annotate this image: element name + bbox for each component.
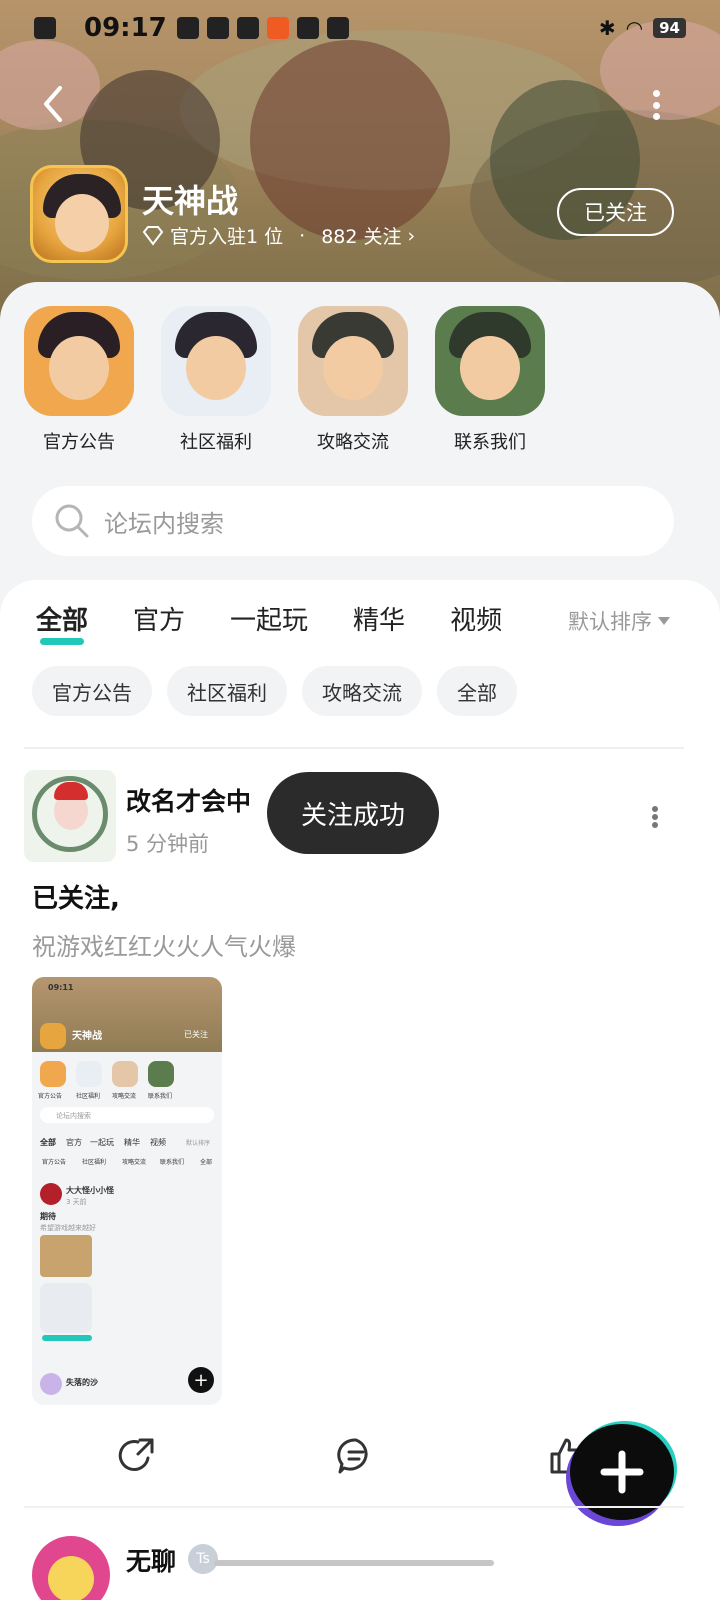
strategy-avatar bbox=[298, 306, 408, 416]
tab-all[interactable]: 全部 bbox=[36, 600, 88, 645]
video-icon bbox=[206, 17, 229, 39]
shortcut-list: 官方公告 社区福利 攻略交流 联系我们 bbox=[24, 306, 545, 454]
tab-play-together[interactable]: 一起玩 bbox=[230, 600, 308, 637]
more-options-button[interactable] bbox=[648, 90, 664, 120]
post-more-button[interactable] bbox=[650, 806, 660, 828]
more-dot-icon bbox=[652, 90, 660, 97]
diamond-icon bbox=[142, 225, 164, 246]
bluetooth-icon: ✱ bbox=[598, 16, 616, 40]
chip-official-announcements[interactable]: 官方公告 bbox=[32, 666, 152, 716]
announcement-avatar bbox=[24, 306, 134, 416]
post-author-name[interactable]: 改名才会中 bbox=[126, 782, 251, 818]
category-chips: 官方公告 社区福利 攻略交流 全部 bbox=[32, 666, 517, 716]
notification-icon bbox=[34, 17, 56, 39]
shortcut-community-benefits[interactable]: 社区福利 bbox=[161, 306, 271, 454]
share-icon bbox=[118, 1438, 154, 1471]
post-body[interactable]: 祝游戏红红火火人气火爆 bbox=[32, 927, 296, 962]
crown-icon bbox=[236, 17, 259, 39]
shortcut-contact-us[interactable]: 联系我们 bbox=[435, 306, 545, 454]
game-avatar bbox=[30, 165, 128, 263]
meta-separator: · bbox=[299, 224, 306, 247]
shortcut-strategy-exchange[interactable]: 攻略交流 bbox=[298, 306, 408, 454]
orange-app-icon bbox=[266, 17, 289, 39]
user-badge-icon: Ts bbox=[188, 1544, 218, 1574]
follower-count: 882 关注 bbox=[321, 226, 402, 248]
post-author-avatar[interactable] bbox=[24, 770, 116, 862]
chip-strategy-exchange[interactable]: 攻略交流 bbox=[302, 666, 422, 716]
post-timestamp: 5 分钟前 bbox=[126, 832, 210, 856]
search-icon bbox=[55, 504, 89, 538]
status-time: 09:17 bbox=[84, 13, 167, 43]
chevron-right-icon: › bbox=[407, 224, 416, 247]
wechat-icon bbox=[296, 17, 319, 39]
chip-community-benefits[interactable]: 社区福利 bbox=[167, 666, 287, 716]
cloud-icon bbox=[326, 17, 349, 39]
next-post-author[interactable]: 无聊 bbox=[126, 1542, 176, 1578]
app-icon bbox=[176, 17, 199, 39]
battery-indicator: 94 bbox=[653, 18, 686, 38]
plus-icon bbox=[600, 1450, 644, 1494]
back-button[interactable] bbox=[34, 84, 74, 124]
comment-button[interactable] bbox=[336, 1436, 376, 1476]
benefits-avatar bbox=[161, 306, 271, 416]
search-placeholder: 论坛内搜索 bbox=[104, 509, 224, 538]
search-input[interactable]: 论坛内搜索 bbox=[32, 486, 674, 556]
forum-meta[interactable]: 官方入驻1 位 · 882 关注 › bbox=[142, 222, 415, 249]
forum-title: 天神战 bbox=[142, 182, 239, 220]
divider bbox=[24, 1506, 684, 1508]
divider bbox=[24, 747, 684, 749]
contact-avatar bbox=[435, 306, 545, 416]
tab-video[interactable]: 视频 bbox=[450, 600, 502, 637]
caret-down-icon bbox=[658, 617, 670, 625]
toast-message: 关注成功 bbox=[267, 772, 439, 854]
tab-official[interactable]: 官方 bbox=[133, 600, 185, 637]
tab-featured[interactable]: 精华 bbox=[353, 600, 405, 637]
post-image[interactable]: 09:11 天神战 已关注 官方公告 社区福利 攻略交流 联系我们 论坛内搜索 … bbox=[32, 977, 222, 1405]
post-title[interactable]: 已关注, bbox=[32, 878, 120, 915]
home-indicator[interactable] bbox=[214, 1560, 494, 1566]
wifi-icon: ◠ bbox=[625, 16, 644, 40]
chevron-left-icon bbox=[44, 86, 62, 122]
share-button[interactable] bbox=[118, 1436, 158, 1476]
chip-all[interactable]: 全部 bbox=[437, 666, 517, 716]
official-count: 官方入驻1 位 bbox=[170, 226, 284, 248]
feed-tabs: 全部 官方 一起玩 精华 视频 bbox=[36, 600, 547, 645]
follow-button[interactable]: 已关注 bbox=[557, 188, 674, 236]
status-bar: 09:17 ✱ ◠ 94 bbox=[0, 0, 720, 56]
shortcut-official-announcements[interactable]: 官方公告 bbox=[24, 306, 134, 454]
comment-icon bbox=[337, 1438, 368, 1474]
sort-dropdown[interactable]: 默认排序 bbox=[568, 606, 670, 636]
active-tab-indicator bbox=[40, 638, 84, 645]
